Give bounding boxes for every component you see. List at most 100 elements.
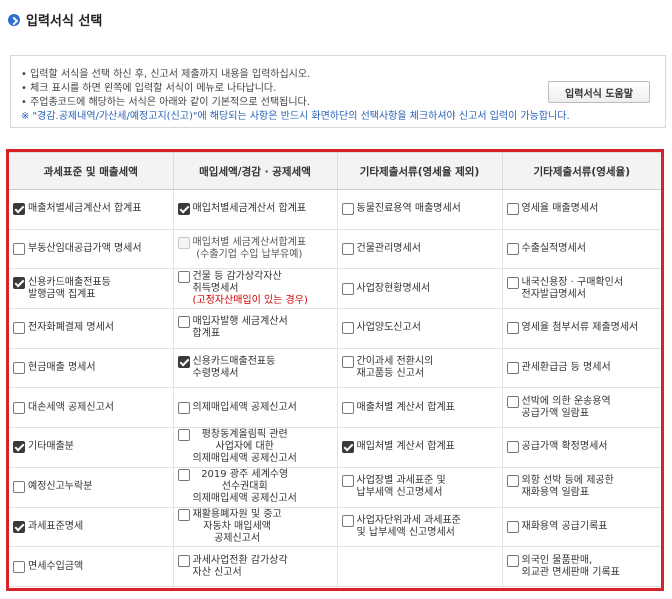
form-option[interactable]: 평창동계올림픽 관련 사업자에 대한 의제매입세액 공제신고서 xyxy=(177,429,333,465)
form-option-label: 매출처별 계산서 합계표 xyxy=(357,402,455,414)
form-option[interactable]: 내국신용장 · 구매확인서 전자발급명세서 xyxy=(506,276,658,301)
checkbox[interactable] xyxy=(341,401,354,414)
form-option[interactable]: 부동산임대공급가액 명세서 xyxy=(13,243,169,256)
checkbox[interactable] xyxy=(177,554,190,567)
form-option[interactable]: 2019 광주 세계수영 선수권대회 의제매입세액 공제신고서 xyxy=(177,469,333,505)
checkbox-checked[interactable] xyxy=(13,441,25,454)
form-option-label: 과세사업전환 감가상각 자산 신고서 xyxy=(193,555,288,579)
form-option[interactable]: 영세율 매출명세서 xyxy=(506,203,658,216)
form-option[interactable]: 매출처별세금계산서 합계표 xyxy=(13,203,169,216)
form-option[interactable]: 선박에 의한 운송용역 공급가액 일람표 xyxy=(506,395,658,420)
checkbox-checked[interactable] xyxy=(13,276,25,289)
form-option[interactable]: 대손세액 공제신고서 xyxy=(13,401,169,414)
checkbox[interactable] xyxy=(506,203,519,216)
checkbox[interactable] xyxy=(177,429,190,442)
form-option[interactable]: 의제매입세액 공제신고서 xyxy=(177,401,333,414)
form-option[interactable]: 전자화폐결제 명세서 xyxy=(13,322,169,335)
form-option-label: 예정신고누락분 xyxy=(28,481,92,493)
form-option[interactable]: 매입자발행 세금계산서 합계표 xyxy=(177,316,333,340)
form-option-label: 선박에 의한 운송용역 공급가액 일람표 xyxy=(522,396,611,420)
form-option[interactable]: 공급가액 확정명세서 xyxy=(506,441,658,454)
label-line: 의제매입세액 공제신고서 xyxy=(192,493,297,505)
form-option[interactable]: 예정신고누락분 xyxy=(13,481,169,494)
checkbox[interactable] xyxy=(506,475,519,488)
form-option-label: 기타매출분 xyxy=(28,441,74,453)
form-option[interactable]: 외국인 물품판매, 외교관 면세판매 기록표 xyxy=(506,554,658,579)
form-option[interactable]: 외화획득명세서 xyxy=(507,590,658,591)
checkbox[interactable] xyxy=(13,560,25,573)
form-option[interactable]: 수출실적명세서 xyxy=(506,243,658,256)
table-cell: 간이과세 전환시의 재고품등 신고서 xyxy=(337,348,503,389)
checkbox[interactable] xyxy=(506,322,519,335)
checkbox[interactable] xyxy=(341,514,354,527)
form-option-label: 건물관리명세서 xyxy=(357,243,421,255)
label-line: 외화획득명세서 xyxy=(522,590,586,591)
form-option[interactable]: 매출처별 계산서 합계표 xyxy=(341,401,498,414)
checkbox-checked[interactable] xyxy=(177,356,190,369)
checkbox[interactable] xyxy=(13,401,25,414)
label-line: 기타매출분 xyxy=(28,441,74,453)
checkbox-checked[interactable] xyxy=(13,520,25,533)
form-option[interactable]: 동물진료용역 매출명세서 xyxy=(341,203,498,216)
form-option[interactable]: 대손세액 변제신고서 xyxy=(178,590,333,591)
checkbox[interactable] xyxy=(341,203,354,216)
checkbox[interactable] xyxy=(341,356,354,369)
checkbox[interactable] xyxy=(177,469,190,482)
checkbox[interactable] xyxy=(506,554,519,567)
checkbox[interactable] xyxy=(506,243,519,256)
checkbox[interactable] xyxy=(341,475,354,488)
checkbox-checked[interactable] xyxy=(341,441,354,454)
form-option-label: 신용카드매출전표등 수령명세서 xyxy=(193,356,276,380)
checkbox[interactable] xyxy=(13,322,25,335)
form-option[interactable]: 과세표준명세 xyxy=(13,520,169,533)
form-option[interactable]: 간이과세 전환시의 재고품등 신고서 xyxy=(341,356,498,380)
table-row: 부동산임대공급가액 명세서 매입처별 세금계산서합계표 (수출기업 수입 납부유예)… xyxy=(9,229,661,270)
form-option[interactable]: 건물관리명세서 xyxy=(341,243,498,256)
checkbox[interactable] xyxy=(13,362,25,375)
form-option[interactable]: 건물 등 감가상각자산 취득명세서 (고정자산매입이 있는 경우) xyxy=(177,270,333,307)
checkbox[interactable] xyxy=(506,520,519,533)
form-option[interactable]: 과세사업전환 감가상각 자산 신고서 xyxy=(177,554,333,579)
form-option[interactable]: 기타매출분 xyxy=(13,441,169,454)
checkbox-checked[interactable] xyxy=(177,203,190,216)
checkbox[interactable] xyxy=(506,362,519,375)
form-option[interactable]: 재활용폐자원 및 중고 자동차 매입세액 공제신고서 xyxy=(177,508,333,545)
form-option[interactable]: 사업자단위과세 과세표준 및 납부세액 신고명세서 xyxy=(341,514,498,539)
form-option[interactable]: 사업장별 과세표준 및 납부세액 신고명세서 xyxy=(341,475,498,499)
form-option[interactable]: 매입처별 세금계산서합계표 (수출기업 수입 납부유예) xyxy=(177,237,333,261)
checkbox[interactable] xyxy=(506,395,519,408)
form-option-label: 면세수입금액 xyxy=(28,561,83,573)
form-option[interactable]: 신용카드매출전표등 발행금액 집계표 xyxy=(13,276,169,301)
checkbox[interactable] xyxy=(341,282,354,295)
form-option[interactable]: 외항 선박 등에 제공한 재화용역 일람표 xyxy=(506,475,658,499)
form-option[interactable]: 관세환급금 등 명세서 xyxy=(506,362,658,375)
checkbox[interactable] xyxy=(177,508,190,521)
form-option[interactable]: 매입처별세금계산서 합계표 xyxy=(177,203,333,216)
label-line: 부동산임대공급가액 명세서 xyxy=(28,243,142,255)
checkbox-checked[interactable] xyxy=(13,203,25,216)
checkbox[interactable] xyxy=(177,270,190,283)
checkbox[interactable] xyxy=(341,243,354,256)
checkbox[interactable] xyxy=(506,276,519,289)
form-option[interactable]: 재화용역 공급기록표 xyxy=(506,520,658,533)
form-option[interactable]: 면세수입금액 xyxy=(13,560,169,573)
form-option[interactable]: 영세율 첨부서류 제출명세서 xyxy=(506,322,658,335)
form-help-button[interactable]: 입력서식 도움말 xyxy=(548,81,650,103)
checkbox[interactable] xyxy=(177,316,190,329)
checkbox[interactable] xyxy=(13,481,25,494)
form-option[interactable]: 매입처별 계산서 합계표 xyxy=(341,441,498,454)
table-row: 신용카드매출전표등 발행금액 집계표 건물 등 감가상각자산 취득명세서 (고정자산매입… xyxy=(9,268,661,310)
form-option[interactable]: 신용카드매출전표등 수령명세서 xyxy=(177,356,333,380)
checkbox[interactable] xyxy=(506,441,519,454)
form-option-label: 매입처별 세금계산서합계표 (수출기업 수입 납부유예) xyxy=(193,237,307,261)
form-option[interactable]: 사업장현황명세서 xyxy=(341,282,498,295)
checkbox[interactable] xyxy=(178,590,190,591)
form-option[interactable]: 사업양도신고서 xyxy=(341,322,498,335)
checkbox[interactable] xyxy=(341,322,354,335)
table-cell: 외국인 물품판매, 외교관 면세판매 기록표 xyxy=(502,546,661,587)
form-option[interactable]: 현금매출 명세서 xyxy=(13,362,169,375)
form-option-label: 과세표준명세 xyxy=(28,521,83,533)
checkbox[interactable] xyxy=(177,401,190,414)
checkbox[interactable] xyxy=(507,590,519,591)
checkbox[interactable] xyxy=(13,243,25,256)
